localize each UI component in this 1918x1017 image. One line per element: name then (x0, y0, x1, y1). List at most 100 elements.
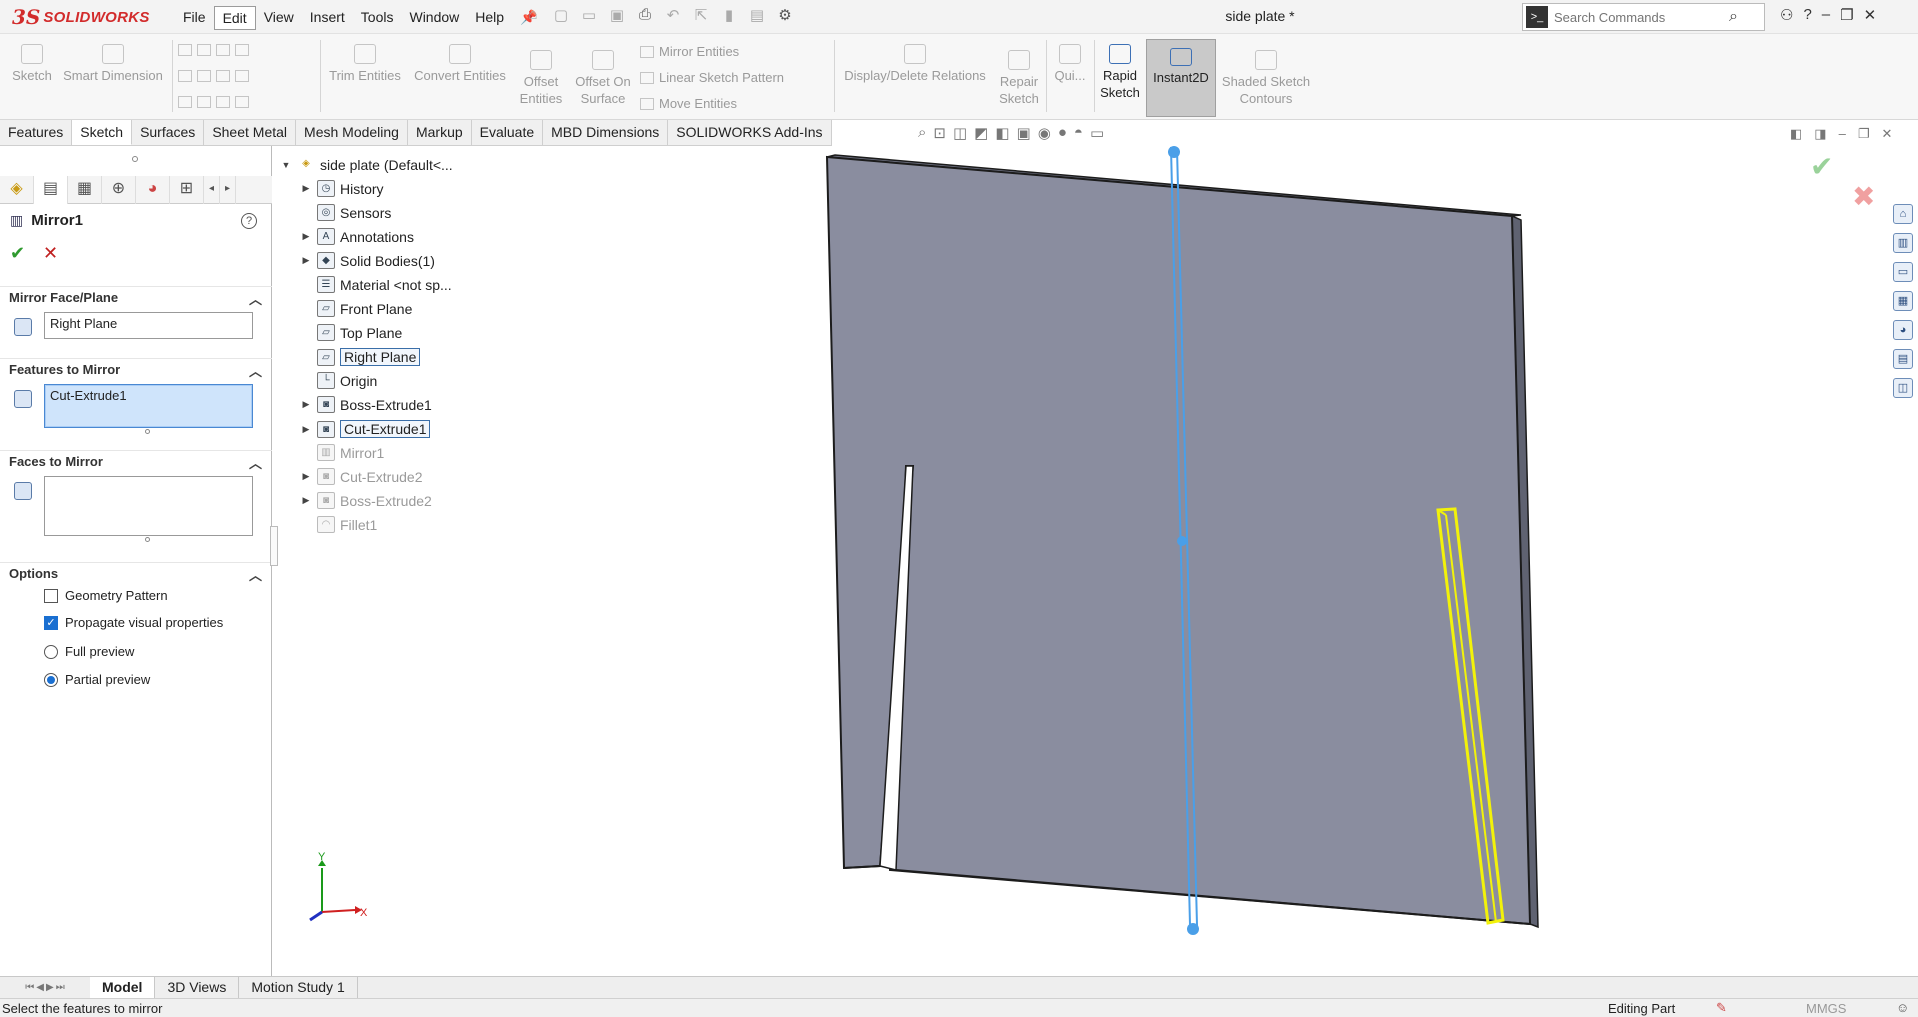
geometry-pattern-option[interactable]: Geometry Pattern (44, 588, 168, 603)
full-preview-radio[interactable] (44, 644, 58, 659)
mirror-face-plane-field[interactable]: Right Plane (44, 312, 253, 339)
forum-icon[interactable]: ◫ (1893, 378, 1913, 398)
restore-icon[interactable]: ❐ (1840, 6, 1853, 24)
tree-item-boss-extrude2[interactable]: ▶ ◙ Boss-Extrude2 (300, 492, 432, 509)
collapse-chevron-icon[interactable]: ︿ (249, 453, 262, 472)
first-tab-icon[interactable]: ⏮ (25, 982, 34, 993)
plate-top-edge[interactable] (826, 154, 1522, 217)
file-explorer-icon[interactable]: ▭ (1893, 262, 1913, 282)
viewport-minimize-icon[interactable]: – (1839, 126, 1846, 142)
faces-to-mirror-header[interactable]: Faces to Mirror ︿ (0, 450, 272, 472)
plane-handle-center[interactable] (1177, 536, 1187, 546)
hide-show-items-icon[interactable]: ◉ (1038, 124, 1051, 142)
search-commands[interactable]: >_ ⌕ (1522, 3, 1765, 31)
status-units[interactable]: MMGS (1806, 1001, 1846, 1016)
rebuild-status-icon[interactable]: ✎ (1716, 1000, 1727, 1016)
tree-item-origin[interactable]: └ Origin (300, 372, 377, 389)
menu-insert[interactable]: Insert (302, 6, 353, 30)
graphics-area[interactable]: Y X (0, 0, 1918, 1017)
viewport-close-icon[interactable]: ✕ (1881, 126, 1892, 142)
menu-help[interactable]: Help (467, 6, 512, 30)
save-icon[interactable]: ▣ (606, 6, 628, 24)
tree-item-annotations[interactable]: ▶ A Annotations (300, 228, 414, 245)
tab-display-manager-icon[interactable]: ◕ (136, 176, 170, 204)
help-icon[interactable]: ? (1803, 6, 1811, 24)
repair-sketch-button[interactable]: Repair Sketch (996, 50, 1042, 107)
trim-entities-button[interactable]: Trim Entities (326, 44, 404, 84)
prev-tab-icon[interactable]: ◀ (36, 982, 44, 993)
features-to-mirror-list[interactable]: Cut-Extrude1 (44, 384, 253, 428)
search-icon[interactable]: ⌕ (1729, 8, 1738, 26)
menu-view[interactable]: View (256, 6, 302, 30)
partial-preview-radio[interactable] (44, 672, 58, 687)
plate-face[interactable] (825, 155, 1532, 926)
tab-3d-views[interactable]: 3D Views (155, 977, 240, 998)
tab-cam-icon[interactable]: ⊞ (170, 176, 204, 204)
offset-on-surface-button[interactable]: Offset On Surface (570, 50, 636, 107)
propagate-visual-option[interactable]: ✓ Propagate visual properties (44, 615, 223, 630)
offset-entities-button[interactable]: Offset Entities (516, 50, 566, 107)
tab-solidworks-addins[interactable]: SOLIDWORKS Add-Ins (668, 120, 832, 145)
tree-item-sensors[interactable]: ◎ Sensors (300, 204, 391, 221)
tree-item-fillet1[interactable]: ◠ Fillet1 (300, 516, 377, 533)
menu-tools[interactable]: Tools (353, 6, 402, 30)
options-gear-icon[interactable]: ⚙ (774, 6, 796, 24)
right-plane-preview[interactable] (1169, 146, 1199, 926)
tree-expander-icon[interactable]: ▶ (300, 183, 312, 194)
previous-view-icon[interactable]: ◫ (953, 124, 967, 142)
tree-item-solid-bodies[interactable]: ▶ ◆ Solid Bodies(1) (300, 252, 435, 269)
tree-expander-icon[interactable]: ▶ (300, 255, 312, 266)
custom-properties-icon[interactable]: ▤ (1893, 349, 1913, 369)
menu-edit[interactable]: Edit (213, 6, 256, 30)
menu-window[interactable]: Window (401, 6, 467, 30)
rebuild-icon[interactable]: ▮ (718, 6, 740, 24)
tab-feature-manager-icon[interactable]: ◈ (0, 176, 34, 204)
tab-property-manager-icon[interactable]: ▤ (34, 176, 68, 204)
user-icon[interactable]: ⚇ (1780, 6, 1793, 24)
solidworks-resources-icon[interactable]: ⌂ (1893, 204, 1913, 224)
line-tools[interactable] (178, 44, 249, 56)
confirmation-corner-cancel-icon[interactable]: ✖ (1852, 180, 1875, 213)
solidworks-logo[interactable]: 3S SOLIDWORKS (12, 4, 154, 30)
tab-mbd-dimensions[interactable]: MBD Dimensions (543, 120, 669, 145)
search-input[interactable] (1554, 9, 1729, 25)
tab-features[interactable]: Features (0, 120, 73, 145)
edit-appearance-icon[interactable]: ● (1058, 124, 1067, 142)
tree-expander-icon[interactable]: ▶ (300, 495, 312, 506)
display-style-icon[interactable]: ▣ (1017, 124, 1031, 142)
tree-expander-icon[interactable]: ▼ (280, 160, 292, 170)
tab-scroll-right-icon[interactable]: ▸ (220, 176, 236, 204)
plane-handle-top[interactable] (1168, 146, 1180, 158)
appearances-icon[interactable]: ◕ (1893, 320, 1913, 340)
confirmation-corner-ok-icon[interactable]: ✔ (1810, 150, 1833, 183)
geometry-pattern-checkbox[interactable] (44, 588, 58, 603)
tab-configuration-manager-icon[interactable]: ▦ (68, 176, 102, 204)
propagate-visual-checkbox[interactable]: ✓ (44, 615, 58, 630)
undo-icon[interactable]: ↶ (662, 6, 684, 24)
smart-dimension-button[interactable]: Smart Dimension (60, 44, 166, 84)
cut-extrude-slot[interactable] (879, 465, 914, 871)
tree-expander-icon[interactable]: ▶ (300, 399, 312, 410)
tree-item-material[interactable]: ☰ Material <not sp... (300, 276, 452, 293)
section-view-icon[interactable]: ◩ (974, 124, 988, 142)
quick-snaps-button[interactable]: Qui... (1050, 44, 1090, 84)
print-icon[interactable]: ⎙ (634, 6, 656, 24)
tab-mesh-modeling[interactable]: Mesh Modeling (296, 120, 408, 145)
rectangle-tools[interactable] (178, 70, 249, 82)
mirror-entities-button[interactable]: Mirror Entities (640, 44, 739, 59)
features-to-mirror-header[interactable]: Features to Mirror ︿ (0, 358, 272, 380)
viewport-restore-icon[interactable]: ❐ (1858, 126, 1870, 142)
tree-item-mirror1[interactable]: ▥ Mirror1 (300, 444, 384, 461)
collapse-chevron-icon[interactable]: ︿ (249, 361, 262, 380)
plane-handle-bottom[interactable] (1187, 923, 1199, 935)
new-document-icon[interactable]: ▢ (550, 6, 572, 24)
select-icon[interactable]: ⇱ (690, 6, 712, 24)
full-preview-option[interactable]: Full preview (44, 644, 134, 659)
zoom-to-area-icon[interactable]: ⊡ (933, 124, 946, 142)
viewport-split-icon[interactable]: ◨ (1814, 126, 1826, 142)
mirror-face-plane-header[interactable]: Mirror Face/Plane ︿ (0, 286, 272, 308)
collapse-chevron-icon[interactable]: ︿ (249, 565, 262, 584)
list-resize-handle[interactable] (145, 429, 150, 434)
ok-button[interactable]: ✔ (10, 243, 25, 264)
tree-expander-icon[interactable]: ▶ (300, 424, 312, 435)
